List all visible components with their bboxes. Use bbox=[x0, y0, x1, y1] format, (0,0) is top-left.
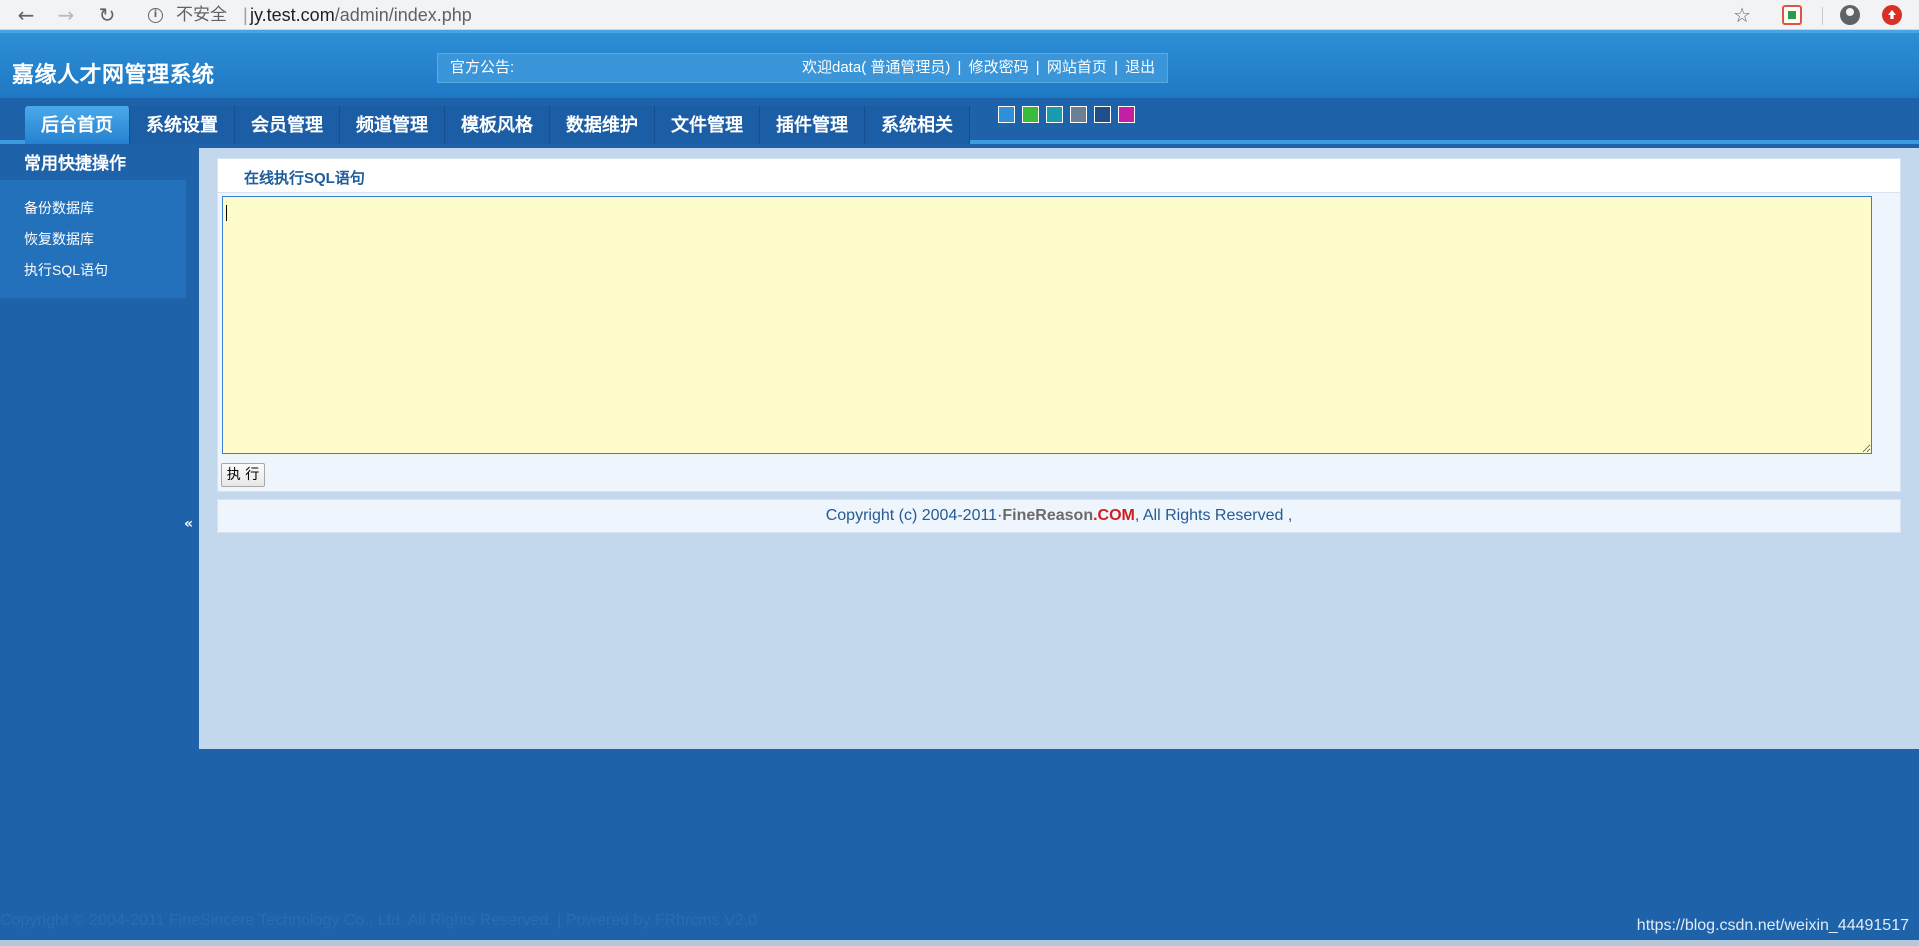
separator: | bbox=[957, 59, 962, 76]
reload-icon[interactable]: ↻ bbox=[95, 3, 119, 27]
footer-suffix: , All Rights Reserved , bbox=[1134, 507, 1293, 524]
tab-system-settings[interactable]: 系统设置 bbox=[130, 106, 235, 144]
skin-swatch-teal[interactable] bbox=[1046, 106, 1063, 123]
content-footer: Copyright (c) 2004-2011·FineReason.COM, … bbox=[217, 499, 1901, 533]
sidebar-item-run-sql[interactable]: 执行SQL语句 bbox=[24, 260, 108, 291]
welcome-text: 欢迎data( 普通管理员) bbox=[802, 59, 951, 76]
site-home-link[interactable]: 网站首页 bbox=[1047, 59, 1107, 76]
url-host: jy.test.com bbox=[250, 5, 335, 25]
sidebar-collapse-icon[interactable]: « bbox=[184, 516, 193, 532]
sql-panel: 在线执行SQL语句 执 行 bbox=[217, 158, 1901, 492]
app-title: 嘉缘人才网管理系统 bbox=[12, 62, 215, 87]
user-links: 欢迎data( 普通管理员) | 修改密码 | 网站首页 | 退出 bbox=[802, 54, 1155, 82]
skin-swatch-navy[interactable] bbox=[1094, 106, 1111, 123]
browser-toolbar: ← → ↻ i 不安全 | jy.test.com/admin/index.ph… bbox=[0, 0, 1919, 30]
url-text[interactable]: jy.test.com/admin/index.php bbox=[250, 1, 472, 29]
skin-swatch-magenta[interactable] bbox=[1118, 106, 1135, 123]
security-label[interactable]: 不安全 bbox=[176, 1, 227, 29]
footer-com: .COM bbox=[1093, 507, 1135, 524]
sidebar-title: 常用快捷操作 bbox=[0, 148, 186, 180]
logout-link[interactable]: 退出 bbox=[1125, 59, 1155, 76]
separator: | bbox=[1114, 59, 1118, 76]
sidebar-item-backup-db[interactable]: 备份数据库 bbox=[24, 198, 108, 229]
url-path: /admin/index.php bbox=[334, 5, 472, 25]
notice-bar: 官方公告: 欢迎data( 普通管理员) | 修改密码 | 网站首页 | 退出 bbox=[437, 53, 1168, 83]
info-icon[interactable]: i bbox=[148, 8, 163, 23]
panel-header: 在线执行SQL语句 bbox=[218, 159, 1900, 193]
skin-swatch-green[interactable] bbox=[1022, 106, 1039, 123]
skin-swatches bbox=[998, 106, 1135, 123]
update-icon[interactable] bbox=[1882, 5, 1902, 25]
main-content: 在线执行SQL语句 执 行 Copyright (c) 2004-2011·Fi… bbox=[199, 148, 1919, 749]
forward-icon[interactable]: → bbox=[54, 3, 78, 27]
tab-plugins[interactable]: 插件管理 bbox=[760, 106, 865, 144]
tab-files[interactable]: 文件管理 bbox=[655, 106, 760, 144]
extension-icon[interactable] bbox=[1782, 5, 1802, 25]
bookmark-star-icon[interactable]: ☆ bbox=[1733, 1, 1751, 29]
separator: | bbox=[1035, 59, 1040, 76]
url-separator: | bbox=[243, 5, 248, 25]
profile-avatar-icon[interactable] bbox=[1840, 5, 1860, 25]
back-icon[interactable]: ← bbox=[14, 3, 38, 27]
tab-templates[interactable]: 模板风格 bbox=[445, 106, 550, 144]
sidebar: 常用快捷操作 备份数据库 恢复数据库 执行SQL语句 bbox=[0, 148, 186, 298]
footer-brand: FineReason bbox=[1002, 507, 1094, 524]
panel-title: 在线执行SQL语句 bbox=[244, 170, 365, 187]
notice-label: 官方公告: bbox=[450, 59, 515, 76]
tab-data-maintenance[interactable]: 数据维护 bbox=[550, 106, 655, 144]
nav-tabs: 后台首页 系统设置 会员管理 频道管理 模板风格 数据维护 文件管理 插件管理 … bbox=[25, 106, 970, 144]
skin-swatch-gray[interactable] bbox=[1070, 106, 1087, 123]
sql-textarea[interactable] bbox=[222, 196, 1872, 454]
toolbar-divider bbox=[1822, 7, 1823, 25]
watermark-text: https://blog.csdn.net/weixin_44491517 bbox=[1636, 917, 1909, 934]
tab-members[interactable]: 会员管理 bbox=[235, 106, 340, 144]
execute-button[interactable]: 执 行 bbox=[221, 463, 265, 487]
sidebar-item-restore-db[interactable]: 恢复数据库 bbox=[24, 229, 108, 260]
main-nav: 后台首页 系统设置 会员管理 频道管理 模板风格 数据维护 文件管理 插件管理 … bbox=[0, 98, 1919, 144]
address-bar[interactable]: i 不安全 | jy.test.com/admin/index.php ☆ bbox=[134, 1, 1763, 29]
sidebar-list: 备份数据库 恢复数据库 执行SQL语句 bbox=[24, 198, 108, 291]
tab-home[interactable]: 后台首页 bbox=[25, 106, 130, 144]
bottom-strip bbox=[0, 940, 1919, 946]
tab-system-related[interactable]: 系统相关 bbox=[865, 106, 970, 144]
app-header: 嘉缘人才网管理系统 官方公告: 欢迎data( 普通管理员) | 修改密码 | … bbox=[0, 30, 1919, 98]
text-caret bbox=[226, 205, 227, 221]
skin-swatch-blue[interactable] bbox=[998, 106, 1015, 123]
bottom-copyright: Copyright © 2004-2011 FineSincere Techno… bbox=[0, 912, 758, 929]
footer-prefix: Copyright (c) 2004-2011· bbox=[825, 507, 1003, 524]
tab-channels[interactable]: 频道管理 bbox=[340, 106, 445, 144]
change-password-link[interactable]: 修改密码 bbox=[969, 59, 1029, 76]
